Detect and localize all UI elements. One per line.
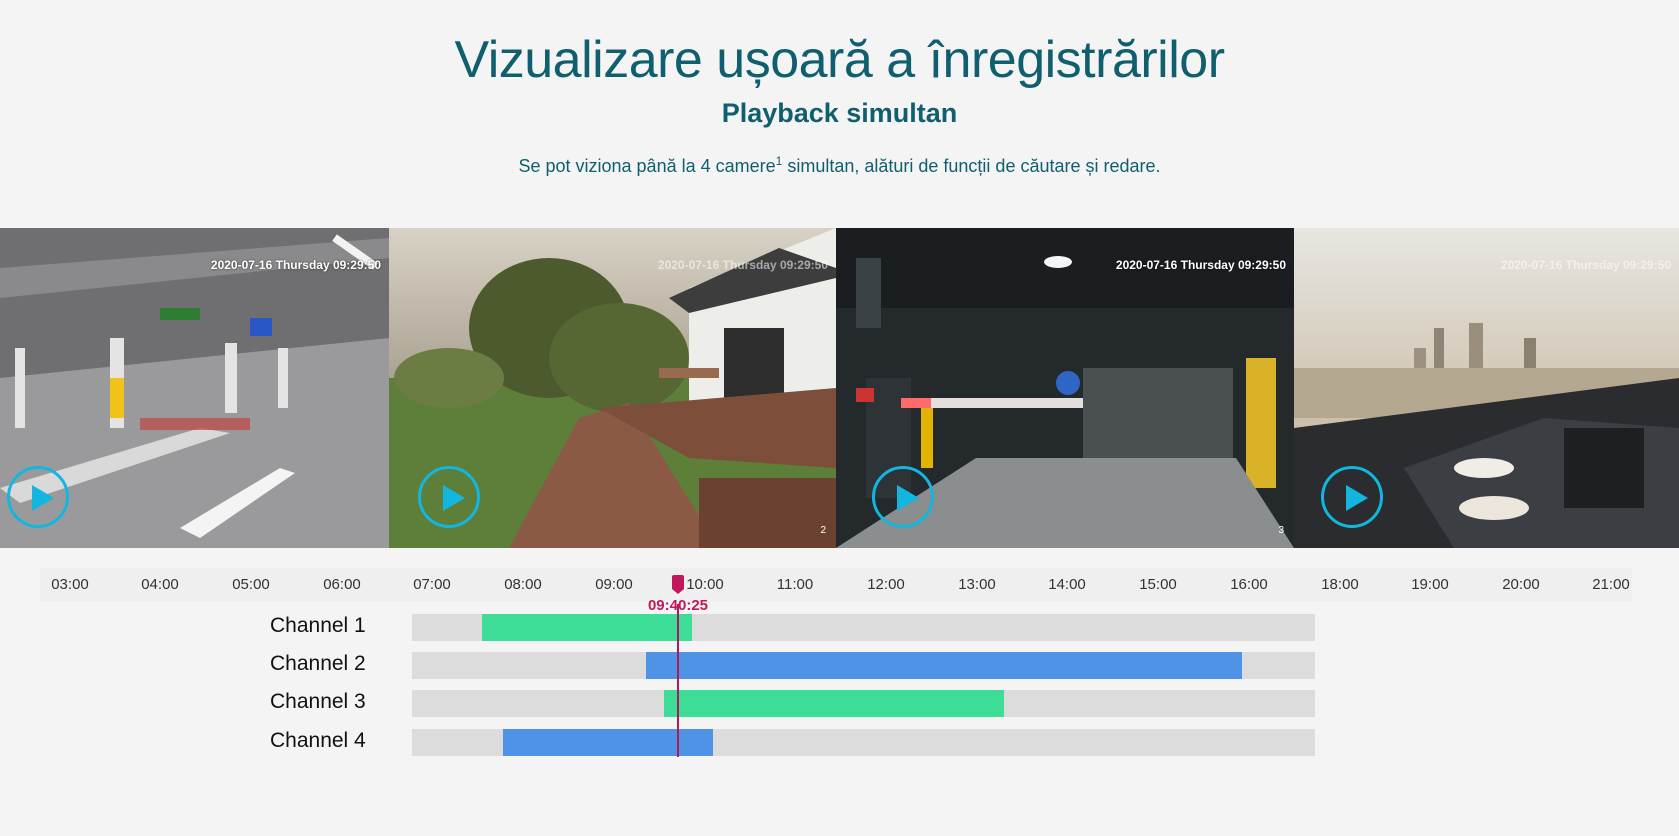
camera-timestamp: 2020-07-16 Thursday 09:29:50 — [657, 258, 828, 272]
time-tick: 06:00 — [323, 576, 361, 593]
channel-3-recording-segment[interactable] — [664, 690, 1004, 717]
camera-timestamp: 2020-07-16 Thursday 09:29:50 — [1500, 258, 1671, 272]
description-text: Se pot viziona până la 4 camere — [518, 156, 776, 176]
play-button[interactable] — [7, 466, 69, 528]
time-tick: 12:00 — [867, 576, 905, 593]
channel-1-label: Channel 1 — [270, 614, 366, 637]
description-text-end: simultan, alături de funcții de căutare … — [782, 156, 1161, 176]
time-tick: 07:00 — [413, 576, 451, 593]
play-button[interactable] — [872, 466, 934, 528]
time-tick: 04:00 — [141, 576, 179, 593]
time-tick: 21:00 — [1592, 576, 1630, 593]
channel-1-track[interactable] — [412, 614, 1315, 641]
camera-number: 2 — [820, 525, 826, 536]
channel-2-recording-segment[interactable] — [646, 652, 1242, 679]
time-tick: 09:00 — [595, 576, 633, 593]
camera-view-1[interactable]: 2020-07-16 Thursday 09:29:50 — [0, 228, 389, 548]
time-tick: 13:00 — [958, 576, 996, 593]
page-title: Vizualizare ușoară a înregistrărilor — [454, 31, 1225, 89]
channel-4-track[interactable] — [412, 729, 1315, 756]
time-tick: 20:00 — [1502, 576, 1540, 593]
time-tick: 18:00 — [1321, 576, 1359, 593]
channel-2-track[interactable] — [412, 652, 1315, 679]
channel-3-label: Channel 3 — [270, 690, 366, 713]
time-tick: 19:00 — [1411, 576, 1449, 593]
channel-3-track[interactable] — [412, 690, 1315, 717]
play-button[interactable] — [1321, 466, 1383, 528]
time-tick: 10:00 — [686, 576, 724, 593]
camera-view-2[interactable]: 2020-07-16 Thursday 09:29:50 2 — [389, 228, 836, 548]
camera-grid: 2020-07-16 Thursday 09:29:50 2020-07-16 … — [0, 228, 1679, 548]
channel-4-recording-segment[interactable] — [503, 729, 713, 756]
play-button[interactable] — [418, 466, 480, 528]
camera-view-3[interactable]: 2020-07-16 Thursday 09:29:50 3 — [836, 228, 1294, 548]
time-tick: 15:00 — [1139, 576, 1177, 593]
playhead-handle[interactable] — [672, 575, 684, 594]
camera-timestamp: 2020-07-16 Thursday 09:29:50 — [210, 258, 381, 272]
channel-4-label: Channel 4 — [270, 729, 366, 752]
camera-number: 3 — [1278, 525, 1284, 536]
time-tick: 03:00 — [51, 576, 89, 593]
playhead-line[interactable] — [677, 604, 679, 757]
time-tick: 14:00 — [1048, 576, 1086, 593]
channel-2-label: Channel 2 — [270, 652, 366, 675]
playhead-time-label: 09:40:25 — [647, 597, 709, 614]
camera-timestamp: 2020-07-16 Thursday 09:29:50 — [1115, 258, 1286, 272]
page-subtitle: Playback simultan — [721, 98, 958, 128]
channel-1-recording-segment[interactable] — [482, 614, 692, 641]
time-tick: 08:00 — [504, 576, 542, 593]
page-description: Se pot viziona până la 4 camere1 simulta… — [0, 154, 1679, 177]
time-tick: 11:00 — [776, 576, 814, 593]
time-tick: 05:00 — [232, 576, 270, 593]
camera-view-4[interactable]: 2020-07-16 Thursday 09:29:50 — [1294, 228, 1679, 548]
time-tick: 16:00 — [1230, 576, 1268, 593]
